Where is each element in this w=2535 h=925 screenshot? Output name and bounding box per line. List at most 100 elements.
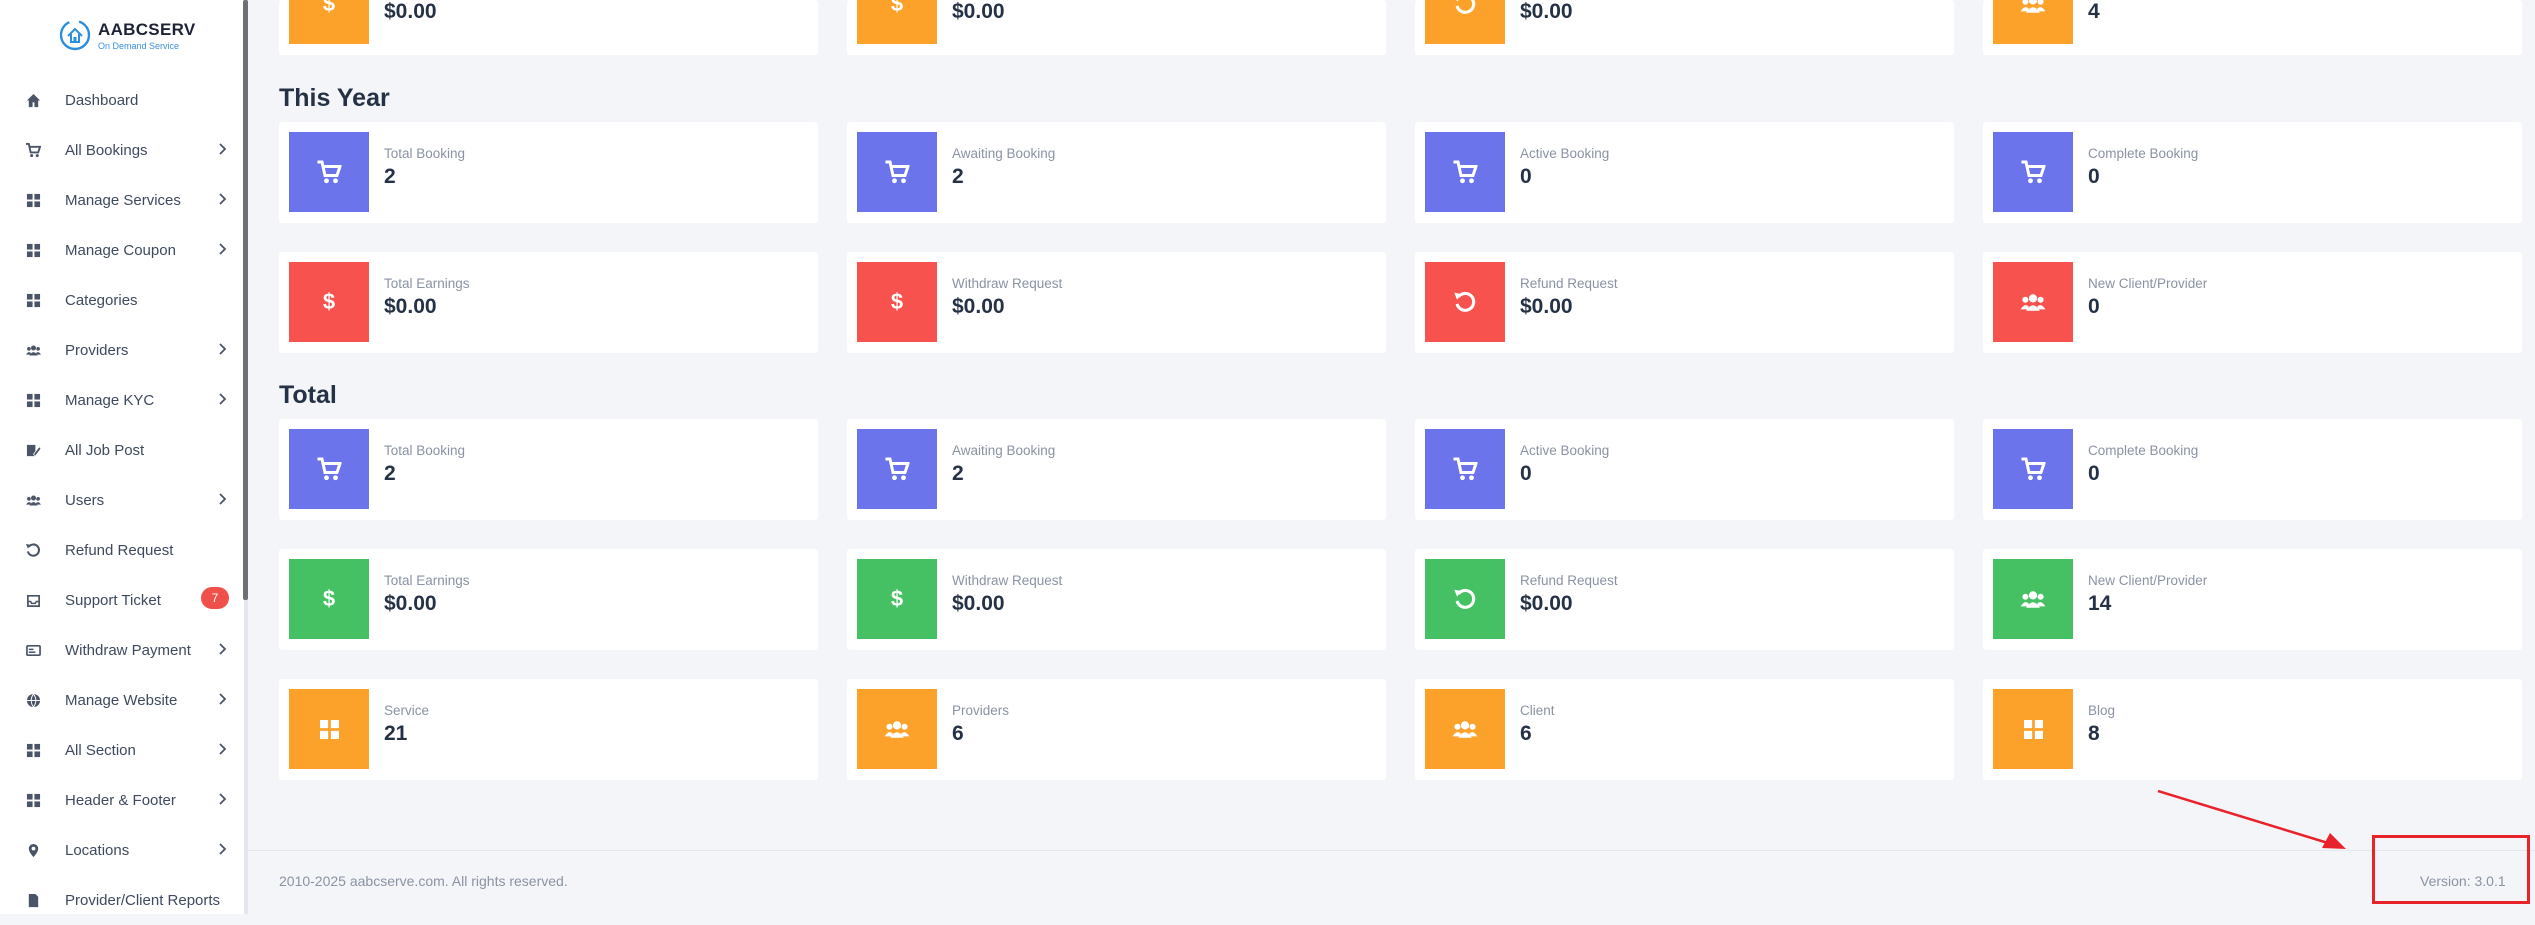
stat-card-complete-booking[interactable]: Complete Booking 0 <box>1983 419 2522 520</box>
stat-card-new-client-provider[interactable]: New Client/Provider 0 <box>1983 252 2522 353</box>
chevron-right-icon <box>219 643 227 655</box>
stat-label: Total Booking <box>384 146 466 161</box>
stat-card-withdraw-request[interactable]: $ Withdraw Request $0.00 <box>847 252 1386 353</box>
stat-tile <box>1993 559 2073 639</box>
stat-card-service[interactable]: Service 21 <box>279 679 818 780</box>
sidebar-item-providers[interactable]: Providers <box>0 325 243 375</box>
stat-value: 2 <box>952 165 964 188</box>
stat-card-blog[interactable]: Blog 8 <box>1983 679 2522 780</box>
stat-label: Complete Booking <box>2088 146 2199 161</box>
pin-icon <box>26 843 41 858</box>
cart-icon <box>317 160 341 184</box>
sidebar-item-support-ticket[interactable]: Support Ticket 7 <box>0 575 243 625</box>
stat-tile <box>857 132 937 212</box>
chevron-right-icon <box>219 693 227 705</box>
sidebar-item-label: Withdraw Payment <box>65 641 191 659</box>
cart-icon <box>317 457 341 481</box>
stat-tile: $ <box>289 262 369 342</box>
stat-card-awaiting-booking[interactable]: Awaiting Booking 2 <box>847 419 1386 520</box>
sidebar-item-dashboard[interactable]: Dashboard <box>0 75 243 125</box>
chevron-right-icon <box>219 243 227 255</box>
stat-value: 2 <box>952 462 964 485</box>
cart-icon <box>2021 160 2045 184</box>
undo-icon <box>1453 291 1477 314</box>
stat-card-total-earnings[interactable]: $ Total Earnings $0.00 <box>279 252 818 353</box>
stat-card-total-earnings[interactable]: $ Total Earnings $0.00 <box>279 549 818 650</box>
stat-label: Total Earnings <box>384 276 470 291</box>
annotation-arrow-icon <box>2157 789 2346 849</box>
undo-icon <box>1453 588 1477 611</box>
sidebar-item-label: Provider/Client Reports <box>65 891 221 909</box>
sidebar-item-manage-services[interactable]: Manage Services <box>0 175 243 225</box>
section-title-total: Total <box>279 381 337 409</box>
sidebar-item-all-section[interactable]: All Section <box>0 725 243 775</box>
stat-value: 6 <box>952 722 964 745</box>
stat-value: 2 <box>384 462 396 485</box>
stat-card-new-client-provider[interactable]: New Client/Provider 14 <box>1983 549 2522 650</box>
stat-card[interactable]: $ $0.00 <box>847 0 1386 55</box>
brand-logo[interactable]: AABCSERV On Demand Service <box>58 18 196 52</box>
stat-card-refund-request[interactable]: Refund Request $0.00 <box>1415 549 1954 650</box>
sidebar-item-categories[interactable]: Categories <box>0 275 243 325</box>
sidebar-item-all-job-post[interactable]: All Job Post <box>0 425 243 475</box>
stat-value: 14 <box>2088 592 2112 615</box>
stat-card[interactable]: $0.00 <box>1415 0 1954 55</box>
stat-tile: $ <box>289 559 369 639</box>
stat-card-complete-booking[interactable]: Complete Booking 0 <box>1983 122 2522 223</box>
sidebar-item-manage-kyc[interactable]: Manage KYC <box>0 375 243 425</box>
sidebar-item-label: Manage Website <box>65 691 178 709</box>
stat-card-awaiting-booking[interactable]: Awaiting Booking 2 <box>847 122 1386 223</box>
sidebar-item-provider-client-reports[interactable]: Provider/Client Reports <box>0 875 243 925</box>
grid-icon <box>26 393 41 408</box>
sidebar-item-manage-website[interactable]: Manage Website <box>0 675 243 725</box>
stat-label: Total Earnings <box>384 573 470 588</box>
sidebar-item-withdraw-payment[interactable]: Withdraw Payment <box>0 625 243 675</box>
sidebar-item-manage-coupon[interactable]: Manage Coupon <box>0 225 243 275</box>
users-icon <box>884 717 910 740</box>
sidebar-item-all-bookings[interactable]: All Bookings <box>0 125 243 175</box>
users-icon <box>1452 717 1478 740</box>
stat-tile: $ <box>289 0 369 44</box>
stat-card-refund-request[interactable]: Refund Request $0.00 <box>1415 252 1954 353</box>
stat-label: Awaiting Booking <box>952 146 1056 161</box>
stat-tile: $ <box>857 559 937 639</box>
home-icon <box>26 93 41 108</box>
stat-card-providers[interactable]: Providers 6 <box>847 679 1386 780</box>
stat-label: Service <box>384 703 430 718</box>
sidebar-scrollbar[interactable] <box>243 0 248 600</box>
sidebar-item-label: All Bookings <box>65 141 148 159</box>
card-icon <box>26 643 41 658</box>
grid-icon <box>26 243 41 258</box>
sidebar-item-users[interactable]: Users <box>0 475 243 525</box>
stat-tile <box>1993 132 2073 212</box>
sidebar-item-header-footer[interactable]: Header & Footer <box>0 775 243 825</box>
sidebar-item-label: All Section <box>65 741 136 759</box>
sidebar-item-locations[interactable]: Locations <box>0 825 243 875</box>
users-icon <box>26 493 41 508</box>
svg-text:$: $ <box>323 587 335 611</box>
users-icon <box>2020 587 2046 610</box>
undo-icon <box>1454 0 1477 15</box>
stat-card[interactable]: 4 <box>1983 0 2522 55</box>
chevron-right-icon <box>219 393 227 405</box>
stat-value: 0 <box>2088 462 2100 485</box>
stat-value: 0 <box>2088 165 2100 188</box>
stat-value: $0.00 <box>384 295 437 318</box>
stat-value: $0.00 <box>384 0 437 23</box>
stat-label: New Client/Provider <box>2088 573 2208 588</box>
stat-value: 4 <box>2088 0 2100 23</box>
stat-card[interactable]: $ $0.00 <box>279 0 818 55</box>
dollar-icon: $ <box>321 0 337 16</box>
stat-card-active-booking[interactable]: Active Booking 0 <box>1415 122 1954 223</box>
stat-value: $0.00 <box>1520 0 1573 23</box>
stat-card-total-booking[interactable]: Total Booking 2 <box>279 122 818 223</box>
stat-tile <box>289 689 369 769</box>
stat-card-active-booking[interactable]: Active Booking 0 <box>1415 419 1954 520</box>
stat-card-client[interactable]: Client 6 <box>1415 679 1954 780</box>
stat-card-withdraw-request[interactable]: $ Withdraw Request $0.00 <box>847 549 1386 650</box>
sidebar-nav: Dashboard All Bookings Manage Services Mana… <box>0 75 243 925</box>
stat-value: $0.00 <box>952 0 1005 23</box>
sidebar-item-refund-request[interactable]: Refund Request <box>0 525 243 575</box>
edit-icon <box>26 443 41 458</box>
stat-card-total-booking[interactable]: Total Booking 2 <box>279 419 818 520</box>
